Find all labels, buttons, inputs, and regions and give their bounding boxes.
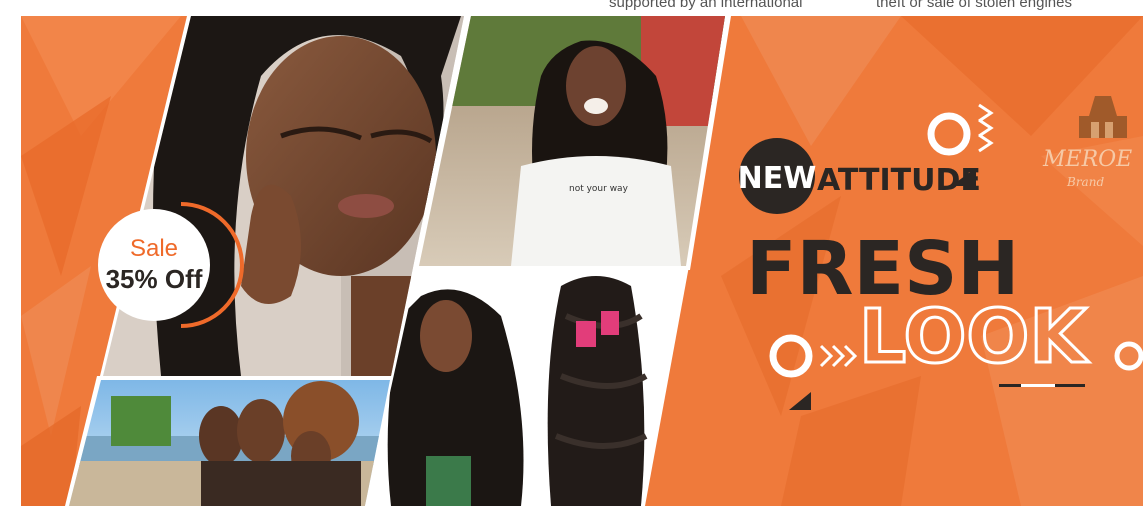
clipped-text-left: supported by an international <box>609 0 803 11</box>
brand-sub: Brand <box>1066 175 1104 189</box>
tag-new: NEW <box>738 161 817 196</box>
promo-banner-art: not your way Sale 35% Off NEW ATTITUDE F… <box>21 16 1143 506</box>
sale-value: 35% Off <box>106 264 203 294</box>
clipped-text-right: theft or sale of stolen engines <box>876 0 1072 11</box>
headline-look: LOOK <box>859 294 1089 380</box>
logo-fragment <box>196 0 256 2</box>
promo-banner[interactable]: not your way Sale 35% Off NEW ATTITUDE F… <box>21 16 1143 506</box>
photo-hair-product <box>365 270 685 506</box>
tag-attitude: ATTITUDE <box>817 163 981 198</box>
brand-name: MEROE <box>1042 147 1132 172</box>
shirt-print-text: not your way <box>569 184 629 194</box>
photo-beach-group <box>69 380 390 506</box>
sale-label: Sale <box>130 235 178 262</box>
top-page-strip: supported by an international theft or s… <box>0 0 1143 16</box>
